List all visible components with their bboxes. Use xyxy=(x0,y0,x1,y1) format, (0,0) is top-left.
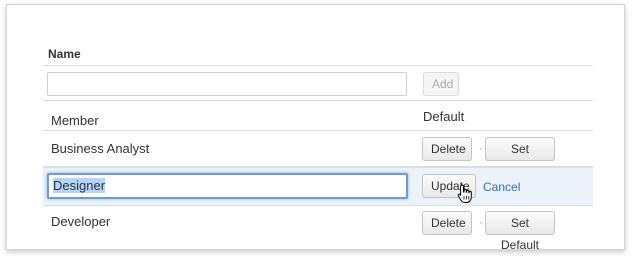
role-name: Developer xyxy=(51,214,111,229)
table-row: Member Default xyxy=(43,101,593,130)
action-separator: · xyxy=(479,215,483,229)
delete-button[interactable]: Delete xyxy=(422,137,472,161)
add-button[interactable]: Add xyxy=(423,72,459,96)
role-name: Business Analyst xyxy=(51,141,150,156)
table-row: Developer Delete · Set Default xyxy=(43,205,593,252)
set-default-button[interactable]: Set Default xyxy=(485,137,555,178)
action-separator: · xyxy=(479,141,483,155)
hand-pointer-icon xyxy=(457,184,472,203)
new-role-input[interactable] xyxy=(47,72,407,96)
role-name-input[interactable]: Designer xyxy=(47,173,408,199)
roles-panel: Name Add Member Default Business Analyst… xyxy=(6,4,625,252)
set-default-button[interactable]: Set Default xyxy=(485,211,555,252)
role-name-input-value: Designer xyxy=(53,178,106,193)
new-role-row: Add xyxy=(43,66,593,100)
delete-button[interactable]: Delete xyxy=(422,211,472,235)
cancel-link[interactable]: Cancel xyxy=(483,180,520,194)
name-column-header: Name xyxy=(48,47,81,61)
default-label: Default xyxy=(423,109,465,124)
role-name: Member xyxy=(51,113,99,128)
table-row-editing: Designer Update Cancel xyxy=(43,167,593,206)
table-row: Business Analyst Delete · Set Default xyxy=(43,131,593,178)
